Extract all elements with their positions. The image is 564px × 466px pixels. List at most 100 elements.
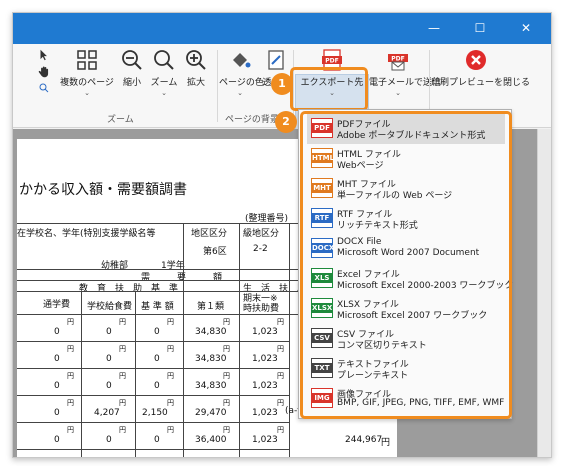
table-line	[289, 223, 290, 457]
multi-page-label: 複数のページ	[60, 78, 114, 88]
edu-header: 教 育 扶 助 基 準	[79, 284, 179, 294]
table-row-line	[17, 449, 289, 450]
export-highlight-ring	[290, 67, 368, 111]
table-cell: 0	[54, 435, 60, 445]
table-cell: 36,400	[195, 435, 227, 445]
unit-cell: 円	[277, 426, 284, 434]
table-cell: 0	[54, 327, 60, 337]
table-cell: 0	[106, 381, 112, 391]
unit-cell: 円	[67, 426, 74, 434]
step-badge-1: 1	[271, 73, 293, 95]
table-line	[135, 291, 136, 457]
unit-cell: 円	[67, 399, 74, 407]
table-cell: 0	[106, 435, 112, 445]
school-header: 在学校名、学年(特別支援学級名等	[17, 229, 156, 239]
page-color-label: ページの色	[219, 78, 264, 88]
unit-cell: 円	[223, 372, 230, 380]
grade-area-header: 級地区分	[243, 229, 280, 239]
table-cell: 34,830	[195, 327, 227, 337]
page-color-button[interactable]: ページの色 ⌄	[219, 48, 264, 108]
chevron-down-icon: ⌄	[237, 89, 243, 97]
document-title: かかる収入額・需要額調書	[19, 182, 187, 198]
table-row-line	[17, 422, 289, 423]
table-row-line	[17, 395, 289, 396]
close-circle-icon	[466, 50, 486, 70]
svg-text:PDF: PDF	[391, 56, 404, 63]
table-cell: 0	[106, 354, 112, 364]
life-header: 生 活 扶 助	[243, 284, 307, 294]
table-cell: 1,023	[252, 327, 278, 337]
table-cell: 29,470	[195, 408, 227, 418]
vertical-scrollbar[interactable]	[537, 129, 551, 457]
area-value: 第6区	[203, 247, 227, 257]
zoom-in-button[interactable]: 拡大	[181, 48, 211, 108]
zoom-out-icon	[122, 50, 142, 70]
zoom-group-label: ズーム	[107, 115, 134, 125]
table-cell: 1,023	[252, 354, 278, 364]
table-row-line	[17, 368, 289, 369]
total-unit: 円	[381, 438, 391, 448]
app-window: — ☐ ✕ 複数のページ ⌄ 縮小 ズーム ⌄ 拡大 ズーム ページの色 ⌄ ペ…	[12, 12, 552, 458]
area-header: 地区区分	[191, 229, 228, 239]
zoom-in-icon	[186, 50, 206, 70]
unit-cell: 円	[223, 318, 230, 326]
table-line	[183, 223, 184, 457]
maximize-icon: ☐	[474, 21, 486, 35]
unit-cell: 円	[67, 318, 74, 326]
dropdown-highlight-ring	[300, 111, 512, 419]
table-cell: 0	[54, 354, 60, 364]
zoom-out-button[interactable]: 縮小	[117, 48, 147, 108]
pointer-button[interactable]	[35, 48, 53, 108]
total-value: 244,967	[345, 435, 383, 445]
unit-cell: 円	[277, 399, 284, 407]
unit-cell: 円	[167, 372, 174, 380]
unit-cell: 円	[223, 426, 230, 434]
base-header: 基 準 額	[141, 302, 174, 312]
lunch-header: 学校給食費	[87, 302, 133, 312]
unit-cell: 円	[223, 399, 230, 407]
ribbon-separator	[217, 50, 218, 122]
step-badge-2: 2	[275, 111, 297, 133]
table-cell: 4,207	[94, 408, 120, 418]
chevron-down-icon: ⌄	[395, 89, 401, 97]
unit-cell: 円	[119, 399, 126, 407]
table-cell: 0	[106, 327, 112, 337]
zoom-label: ズーム	[150, 78, 178, 88]
zoom-icon	[154, 50, 174, 70]
small-zoom-icon	[39, 83, 49, 93]
unit-cell: 円	[167, 399, 174, 407]
table-cell: 34,830	[195, 354, 227, 364]
minimize-button[interactable]: —	[411, 13, 457, 44]
unit-cell: 円	[119, 345, 126, 353]
close-preview-button[interactable]: 印刷プレビューを閉じる	[431, 48, 531, 108]
table-cell: 1,023	[252, 381, 278, 391]
watermark-icon	[268, 50, 284, 70]
commute-header: 通学費	[43, 300, 71, 310]
multi-page-button[interactable]: 複数のページ ⌄	[57, 48, 117, 108]
zoom-button[interactable]: ズーム ⌄	[147, 48, 181, 108]
send-email-button[interactable]: PDF 電子メールで送信 ⌄	[369, 48, 441, 108]
table-cell: 1,023	[252, 408, 278, 418]
table-cell: 0	[54, 381, 60, 391]
table-cell: 0	[54, 408, 60, 418]
unit-cell: 円	[119, 318, 126, 326]
maximize-button[interactable]: ☐	[457, 13, 503, 44]
paint-bucket-icon	[233, 53, 251, 68]
close-preview-label: 印刷プレビューを閉じる	[431, 78, 531, 88]
zoom-in-label: 拡大	[186, 78, 205, 88]
term-header: 期末一※ 時扶助費	[243, 294, 280, 314]
close-window-button[interactable]: ✕	[503, 13, 549, 44]
background-group-label: ページの背景	[225, 115, 279, 125]
table-cell: 0	[154, 354, 160, 364]
table-row-line	[17, 341, 289, 342]
unit-cell: 円	[277, 345, 284, 353]
table-line	[239, 223, 240, 457]
table-cell: 1,023	[252, 435, 278, 445]
table-cell: 34,830	[195, 381, 227, 391]
svg-text:PDF: PDF	[325, 58, 338, 65]
table-line	[81, 291, 82, 457]
close-icon: ✕	[520, 21, 532, 35]
pdf-email-icon: PDF	[388, 54, 408, 71]
unit-cell: 円	[167, 318, 174, 326]
table-cell: 0	[154, 435, 160, 445]
